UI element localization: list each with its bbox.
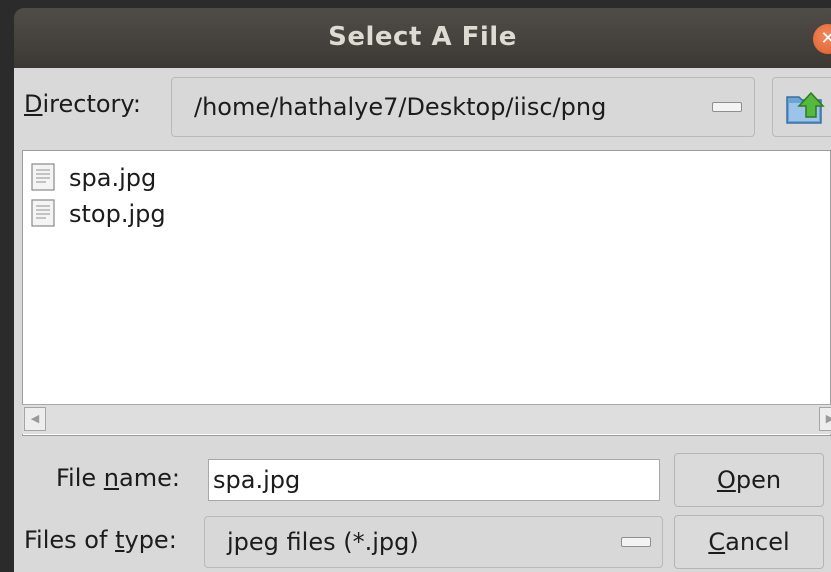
window-title: Select A File [328,22,517,52]
scroll-left-icon: ◀ [30,412,40,425]
document-icon [31,163,55,191]
scroll-right-button[interactable]: ▶ [819,407,831,431]
file-dialog-window: Select A File ✕ Directory: /home/hathaly… [0,0,831,572]
open-button[interactable]: Open [674,453,824,507]
file-type-value: jpeg files (*.jpg) [227,528,419,556]
cancel-button[interactable]: Cancel [674,515,824,569]
parent-directory-button[interactable] [772,77,831,137]
file-type-combobox[interactable]: jpeg files (*.jpg) [204,516,663,568]
directory-path: /home/hathalye7/Desktop/iisc/png [194,93,607,121]
list-item[interactable]: spa.jpg [31,161,156,195]
file-name-text: spa.jpg [69,164,157,192]
file-list[interactable]: spa.jpg stop.jpg [22,150,831,436]
list-item[interactable]: stop.jpg [31,197,166,231]
file-type-label: Files of type: [24,526,177,554]
directory-combobox[interactable]: /home/hathalye7/Desktop/iisc/png [171,77,755,137]
folder-up-icon [786,91,825,124]
scroll-right-icon: ▶ [825,412,831,425]
file-name-label: File name: [56,464,180,492]
horizontal-scrollbar[interactable]: ◀ ▶ [22,404,831,434]
dialog-body: Directory: /home/hathalye7/Desktop/iisc/… [14,68,831,572]
file-name-text: stop.jpg [69,200,166,228]
document-icon [31,199,55,227]
dropdown-indicator-icon [712,102,742,112]
scroll-left-button[interactable]: ◀ [24,407,46,431]
file-name-input[interactable] [208,459,660,501]
title-bar[interactable]: Select A File ✕ [14,8,831,68]
dropdown-indicator-icon [621,537,651,547]
directory-label: Directory: [24,90,141,118]
close-icon: ✕ [820,28,831,49]
